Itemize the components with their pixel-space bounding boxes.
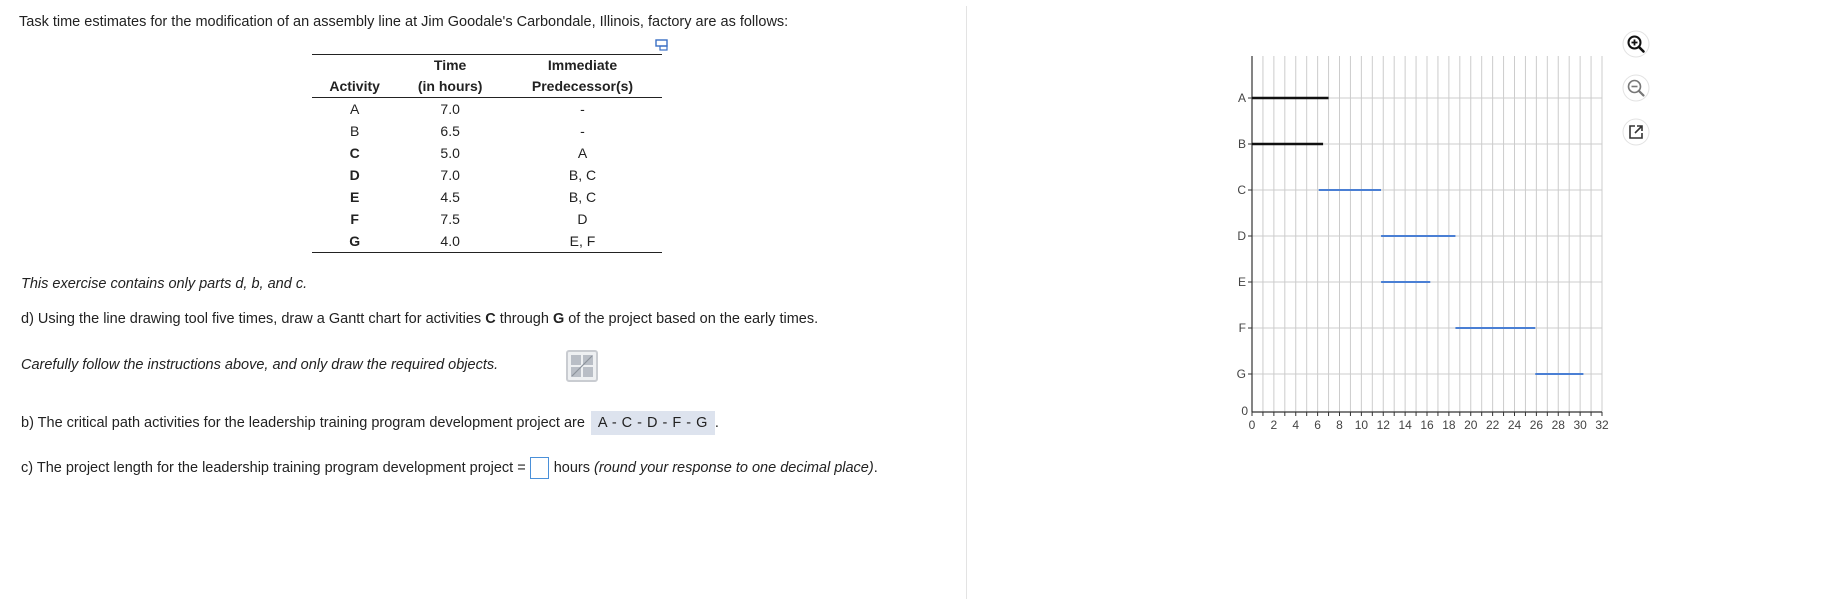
row-label-a: A xyxy=(1238,91,1246,105)
x-tick-label: 2 xyxy=(1271,418,1278,432)
activity-cell: D xyxy=(349,167,360,183)
table-row: E 4.5 B, C xyxy=(312,186,662,208)
time-cell: 6.5 xyxy=(440,123,460,139)
x-tick-label: 14 xyxy=(1398,418,1412,432)
col-activity-header: Activity xyxy=(312,76,398,98)
x-tick-label: 0 xyxy=(1249,418,1256,432)
activity-cell: E xyxy=(349,189,360,205)
panel-divider xyxy=(966,6,967,599)
x-tick-label: 30 xyxy=(1573,418,1587,432)
copy-icon[interactable] xyxy=(655,39,669,51)
x-tick-label: 10 xyxy=(1355,418,1369,432)
pred-cell: A xyxy=(577,145,588,161)
table-row: G 4.0 E, F xyxy=(312,230,662,253)
table-row: C 5.0 A xyxy=(312,142,662,164)
time-cell: 7.0 xyxy=(440,101,460,117)
x-tick-label: 20 xyxy=(1464,418,1478,432)
popout-button[interactable] xyxy=(1622,118,1650,146)
part-c-question: c) The project length for the leadership… xyxy=(21,457,951,480)
activity-cell: A xyxy=(349,101,360,117)
y-origin-label: 0 xyxy=(1241,404,1248,418)
critical-path-answer: A - C - D - F - G xyxy=(590,411,715,435)
row-label-f: F xyxy=(1239,321,1246,335)
row-label-c: C xyxy=(1237,183,1246,197)
task-table: Time Immediate Activity (in hours) Prede… xyxy=(312,54,662,253)
zoom-out-button[interactable] xyxy=(1622,74,1650,102)
pred-cell: B, C xyxy=(568,189,597,205)
line-tool-button[interactable] xyxy=(566,350,598,382)
x-tick-label: 22 xyxy=(1486,418,1500,432)
x-tick-label: 18 xyxy=(1442,418,1456,432)
activity-cell: C xyxy=(349,145,360,161)
row-label-d: D xyxy=(1237,229,1246,243)
col-pred-header-2: Predecessor(s) xyxy=(502,76,662,98)
table-row: B 6.5 - xyxy=(312,120,662,142)
pred-cell: E, F xyxy=(502,230,662,253)
x-tick-label: 28 xyxy=(1552,418,1566,432)
time-cell: 7.5 xyxy=(440,211,460,227)
table-row: A 7.0 - xyxy=(312,98,662,121)
row-label-b: B xyxy=(1238,137,1246,151)
x-tick-label: 32 xyxy=(1595,418,1609,432)
intro-text: Task time estimates for the modification… xyxy=(19,14,789,30)
table-row: F 7.5 D xyxy=(312,208,662,230)
time-cell: 5.0 xyxy=(440,145,460,161)
exercise-note: This exercise contains only parts d, b, … xyxy=(21,276,308,292)
activity-cell: F xyxy=(350,211,359,227)
part-b-question: b) The critical path activities for the … xyxy=(21,411,719,435)
col-pred-header-1: Immediate xyxy=(502,54,662,76)
x-tick-label: 6 xyxy=(1314,418,1321,432)
col-time-header-1: Time xyxy=(397,54,503,76)
zoom-in-icon xyxy=(1622,30,1650,58)
x-tick-label: 4 xyxy=(1292,418,1299,432)
pred-cell: B, C xyxy=(568,167,597,183)
gantt-chart[interactable]: 0 2 4 6 8 10 12 14 16 18 20 22 24 26 28 30 320ABCDEFG xyxy=(1200,40,1620,440)
pred-cell: - xyxy=(580,123,585,139)
time-cell: 4.5 xyxy=(440,189,460,205)
row-label-e: E xyxy=(1238,275,1246,289)
x-tick-label: 26 xyxy=(1530,418,1544,432)
zoom-out-icon xyxy=(1622,74,1650,102)
part-d-question: d) Using the line drawing tool five time… xyxy=(21,311,819,327)
project-length-input[interactable] xyxy=(529,457,549,480)
x-tick-label: 8 xyxy=(1336,418,1343,432)
row-label-g: G xyxy=(1237,367,1246,381)
line-tool-icon xyxy=(571,355,593,377)
pred-cell: - xyxy=(580,101,585,117)
table-row: D 7.0 B, C xyxy=(312,164,662,186)
zoom-in-button[interactable] xyxy=(1622,30,1650,58)
x-tick-label: 24 xyxy=(1508,418,1522,432)
popout-icon xyxy=(1622,118,1650,146)
x-tick-label: 16 xyxy=(1420,418,1434,432)
time-cell: 7.0 xyxy=(440,167,460,183)
pred-cell: D xyxy=(577,211,588,227)
follow-instructions: Carefully follow the instructions above,… xyxy=(21,357,499,373)
col-time-header-2: (in hours) xyxy=(397,76,503,98)
x-tick-label: 12 xyxy=(1377,418,1391,432)
activity-cell: G xyxy=(312,230,398,253)
time-cell: 4.0 xyxy=(397,230,503,253)
activity-cell: B xyxy=(349,123,360,139)
